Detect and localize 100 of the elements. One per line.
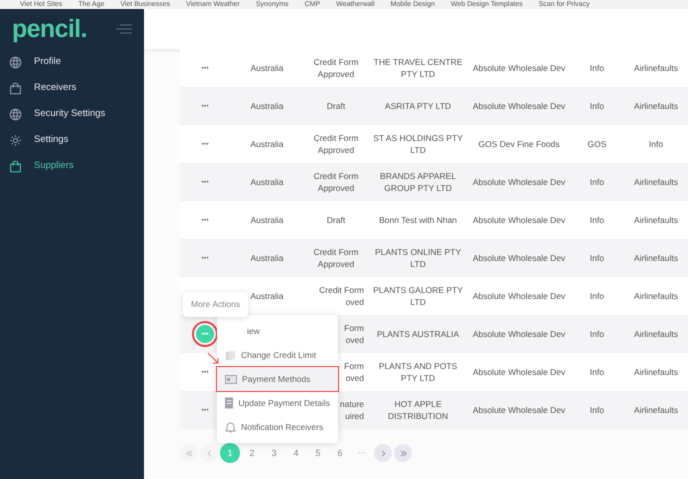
table-cell: Australia <box>250 215 284 225</box>
chevron-left-icon <box>206 450 212 456</box>
sidebar-item[interactable]: Profile <box>0 49 144 75</box>
table-cell: ST AS HOLDINGS PTY LTD <box>373 133 463 155</box>
table-cell: Info <box>648 139 664 149</box>
table-cell: ASRITA PTY LTD <box>384 101 452 111</box>
annotation-arrow <box>207 352 221 366</box>
table-cell: Info <box>590 253 604 263</box>
cards-icon <box>225 350 236 360</box>
page-button[interactable]: 4 <box>286 443 306 463</box>
document-icon <box>225 397 234 409</box>
table-cell: PLANTS AUSTRALIA <box>376 329 460 339</box>
table-cell: oved <box>346 296 364 308</box>
sidebar-item[interactable]: Suppliers <box>0 153 144 179</box>
menu-icon[interactable] <box>116 24 132 34</box>
first-page-button[interactable] <box>180 444 198 462</box>
settings-icon <box>9 134 22 146</box>
table-cell: Australia <box>250 139 284 149</box>
table-cell: Info <box>590 405 604 415</box>
table-cell: Approved <box>318 68 354 80</box>
table-cell: Australia <box>250 101 284 111</box>
chevron-right-icon <box>380 450 386 456</box>
table-cell: Draft <box>326 214 346 226</box>
table-cell: Airlinefaults <box>634 291 678 301</box>
table-cell: Absolute Wholesale Dev <box>472 177 566 187</box>
table-cell: Form <box>344 360 364 372</box>
page-button[interactable]: 3 <box>264 443 284 463</box>
page-button[interactable]: 6 <box>330 443 350 463</box>
menu-item[interactable]: Change Credit Limit <box>217 343 338 367</box>
table-cell: Credit Form <box>314 56 358 68</box>
sidebar-item[interactable]: Security Settings <box>0 101 144 127</box>
table-cell: GOS <box>588 139 606 149</box>
table-cell: Credit Form <box>319 284 364 296</box>
table-cell: Australia <box>250 63 284 73</box>
table-cell: uired <box>345 410 364 422</box>
table-cell: Absolute Wholesale Dev <box>472 367 566 377</box>
table-cell: Credit Form <box>314 246 358 258</box>
double-chevron-right-icon <box>400 450 406 456</box>
table-cell: Draft <box>326 100 346 112</box>
table-cell: oved <box>346 334 364 346</box>
table-cell: Australia <box>250 177 284 187</box>
table-cell: THE TRAVEL CENTRE PTY LTD <box>374 57 462 79</box>
previous-page-button[interactable] <box>200 444 218 462</box>
card-icon <box>225 374 237 384</box>
table-cell: Approved <box>318 144 354 156</box>
table-cell: GOS Dev Fine Foods <box>478 139 560 149</box>
table-cell: Airlinefaults <box>634 215 678 225</box>
table-cell: PLANTS ONLINE PTY LTD <box>375 247 461 269</box>
menu-item[interactable]: Notification Receivers <box>217 415 338 439</box>
table-cell: Airlinefaults <box>634 177 678 187</box>
menu-item[interactable]: iew <box>217 319 338 343</box>
menu-item[interactable]: Payment Methods <box>217 367 338 391</box>
table-cell: HOT APPLE DISTRIBUTION <box>388 399 448 421</box>
table-cell: Approved <box>318 182 354 194</box>
bell-icon <box>225 421 236 433</box>
table-cell: Absolute Wholesale Dev <box>472 253 566 263</box>
table-cell: Absolute Wholesale Dev <box>472 405 566 415</box>
more-actions-tooltip: More Actions <box>183 292 248 317</box>
bag-icon <box>9 82 22 94</box>
table-cell: Info <box>590 101 604 111</box>
page-button[interactable]: 5 <box>308 443 328 463</box>
table-cell: Bonn Test with Nhan <box>379 215 457 225</box>
double-chevron-left-icon <box>186 450 192 456</box>
table-cell: Australia <box>250 253 284 263</box>
table-cell: Absolute Wholesale Dev <box>472 291 566 301</box>
table-cell: oved <box>346 372 364 384</box>
table-cell: Airlinefaults <box>634 367 678 377</box>
globe-icon <box>9 56 22 68</box>
table-cell: BRANDS APPAREL GROUP PTY LTD <box>380 171 456 193</box>
table-cell: Info <box>590 367 604 377</box>
table-cell: Credit Form <box>314 170 358 182</box>
table-cell: Info <box>590 329 604 339</box>
table-cell: Info <box>590 215 604 225</box>
table-cell: Airlinefaults <box>634 63 678 73</box>
table-cell: Absolute Wholesale Dev <box>472 329 566 339</box>
table-cell: Airlinefaults <box>634 329 678 339</box>
menu-item[interactable]: Update Payment Details <box>217 391 338 415</box>
table-cell: PLANTS GALORE PTY LTD <box>373 285 463 307</box>
globe-icon <box>9 108 22 120</box>
table-cell: Approved <box>318 258 354 270</box>
table-cell: Absolute Wholesale Dev <box>472 101 566 111</box>
table-cell: Info <box>590 291 604 301</box>
table-cell: Form <box>344 322 364 334</box>
bag-icon <box>9 160 22 172</box>
table-cell: Airlinefaults <box>634 101 678 111</box>
page-button[interactable]: 2 <box>242 443 262 463</box>
table-cell: Info <box>590 177 604 187</box>
table-cell: nature <box>340 398 364 410</box>
table-cell: Airlinefaults <box>634 253 678 263</box>
table-cell: PLANTS AND POTS PTY LTD <box>378 361 458 383</box>
table-cell: Info <box>590 63 604 73</box>
pagination-ellipsis: ··· <box>357 447 367 459</box>
sidebar-item[interactable]: Settings <box>0 127 144 153</box>
sidebar-item[interactable]: Receivers <box>0 75 144 101</box>
last-page-button[interactable] <box>394 444 412 462</box>
table-cell: Absolute Wholesale Dev <box>472 215 566 225</box>
table-cell: Absolute Wholesale Dev <box>472 63 566 73</box>
table-cell: Airlinefaults <box>634 405 678 415</box>
next-page-button[interactable] <box>374 444 392 462</box>
table-cell: Australia <box>250 291 284 301</box>
